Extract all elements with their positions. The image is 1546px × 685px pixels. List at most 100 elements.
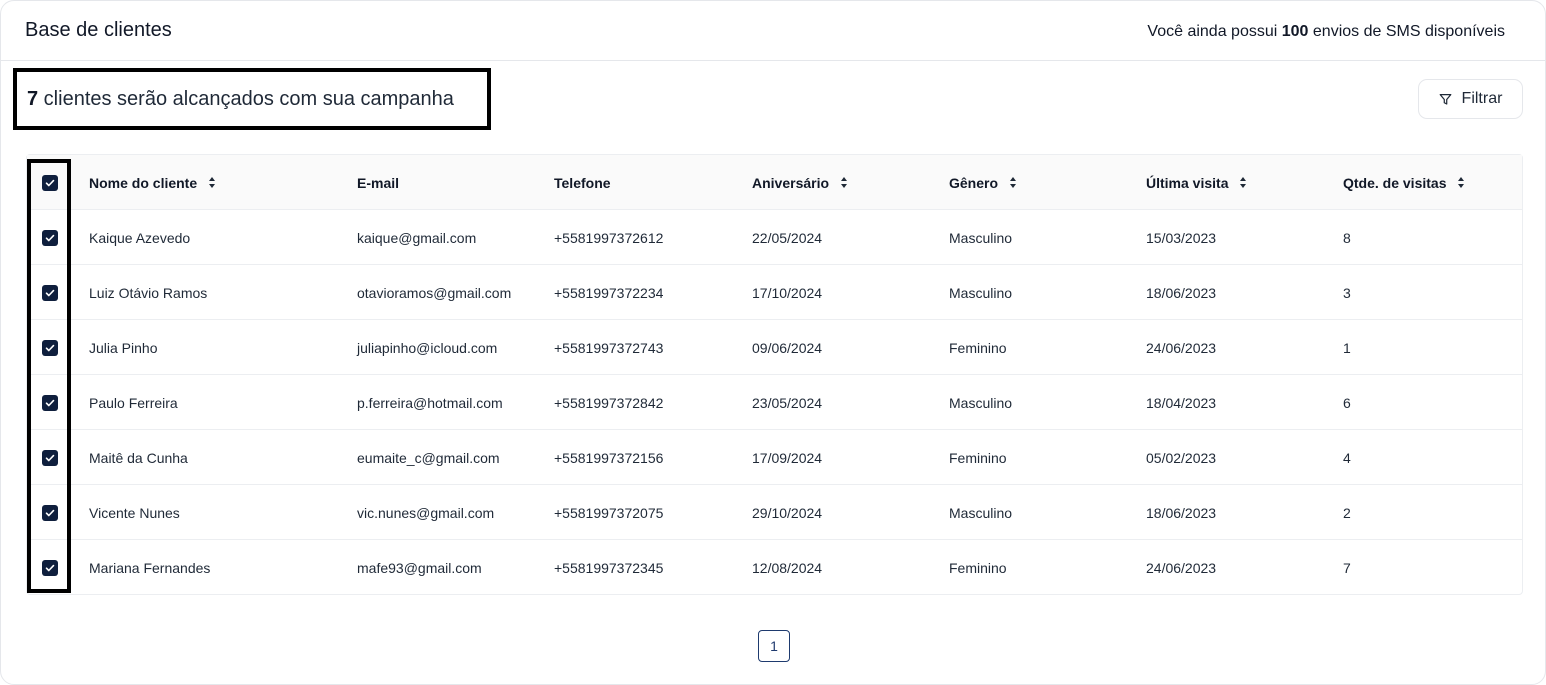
table-header-row: Nome do cliente E-mail Telefone Aniversário… xyxy=(27,155,1522,210)
customer-phone: +5581997372743 xyxy=(554,339,664,356)
customer-last-visit: 18/04/2023 xyxy=(1146,394,1217,411)
customer-last-visit: 24/06/2023 xyxy=(1146,559,1217,576)
pagination-page-button[interactable]: 1 xyxy=(758,630,790,662)
sms-balance-count: 100 xyxy=(1281,23,1309,40)
customer-name: Luiz Otávio Ramos xyxy=(89,284,208,301)
customers-table: Nome do cliente E-mail Telefone Aniversário… xyxy=(26,154,1523,595)
customer-name: Julia Pinho xyxy=(89,339,158,356)
customer-gender: Masculino xyxy=(949,229,1013,246)
customer-email: otavioramos@gmail.com xyxy=(357,284,512,301)
customer-gender: Masculino xyxy=(949,284,1013,301)
customer-visit-count: 8 xyxy=(1343,229,1351,246)
customer-last-visit: 18/06/2023 xyxy=(1146,284,1217,301)
checkmark-icon xyxy=(45,564,55,572)
campaign-reach-text: 7 clientes serão alcançados com sua camp… xyxy=(27,88,454,111)
customer-gender: Masculino xyxy=(949,504,1013,521)
customer-phone: +5581997372842 xyxy=(554,394,664,411)
customer-email: p.ferreira@hotmail.com xyxy=(357,394,503,411)
row-checkbox[interactable] xyxy=(42,230,58,246)
sms-balance-prefix: Você ainda possui xyxy=(1147,23,1282,40)
card-header: Base de clientes Você ainda possui 100 e… xyxy=(1,1,1545,61)
checkmark-icon xyxy=(45,344,55,352)
column-header-label: Aniversário xyxy=(752,174,830,191)
sms-balance-text: Você ainda possui 100 envios de SMS disp… xyxy=(1147,23,1505,41)
customer-birthday: 17/09/2024 xyxy=(752,449,823,466)
table-row[interactable]: Kaique Azevedo kaique@gmail.com +558199737… xyxy=(27,210,1522,265)
sort-icon[interactable] xyxy=(209,177,216,188)
checkmark-icon xyxy=(45,399,55,407)
customer-last-visit: 15/03/2023 xyxy=(1146,229,1217,246)
customer-gender: Feminino xyxy=(949,559,1007,576)
checkmark-icon xyxy=(45,509,55,517)
sort-icon[interactable] xyxy=(841,177,848,188)
customer-email: vic.nunes@gmail.com xyxy=(357,504,495,521)
customer-email: mafe93@gmail.com xyxy=(357,559,482,576)
column-header-last-visit[interactable]: Última visita xyxy=(1146,155,1247,210)
column-header-gender[interactable]: Gênero xyxy=(949,155,1017,210)
row-checkbox[interactable] xyxy=(42,505,58,521)
checkmark-icon xyxy=(45,179,55,187)
table-row[interactable]: Maitê da Cunha eumaite_c@gmail.com +558199… xyxy=(27,430,1522,485)
customer-birthday: 29/10/2024 xyxy=(752,504,823,521)
table-row[interactable]: Vicente Nunes vic.nunes@gmail.com +5581997… xyxy=(27,485,1522,540)
customer-email: kaique@gmail.com xyxy=(357,229,477,246)
column-header-visit-count[interactable]: Qtde. de visitas xyxy=(1343,155,1465,210)
customer-gender: Masculino xyxy=(949,394,1013,411)
column-header-birthday[interactable]: Aniversário xyxy=(752,155,848,210)
customer-birthday: 17/10/2024 xyxy=(752,284,823,301)
select-all-checkbox[interactable] xyxy=(42,175,58,191)
customer-visit-count: 6 xyxy=(1343,394,1351,411)
sort-icon[interactable] xyxy=(1240,177,1247,188)
reach-count: 7 xyxy=(27,88,39,110)
column-header-name[interactable]: Nome do cliente xyxy=(89,155,216,210)
checkmark-icon xyxy=(45,289,55,297)
row-checkbox[interactable] xyxy=(42,450,58,466)
checkmark-icon xyxy=(45,454,55,462)
table-row[interactable]: Paulo Ferreira p.ferreira@hotmail.com +558… xyxy=(27,375,1522,430)
row-checkbox[interactable] xyxy=(42,560,58,576)
customer-birthday: 22/05/2024 xyxy=(752,229,823,246)
column-header-phone: Telefone xyxy=(554,155,611,210)
customer-last-visit: 24/06/2023 xyxy=(1146,339,1217,356)
table-row[interactable]: Mariana Fernandes mafe93@gmail.com +558199… xyxy=(27,540,1522,595)
customer-visit-count: 1 xyxy=(1343,339,1351,356)
customer-name: Mariana Fernandes xyxy=(89,559,211,576)
reach-label: clientes serão alcançados com sua campan… xyxy=(38,88,454,110)
sort-icon[interactable] xyxy=(1010,177,1017,188)
customer-birthday: 23/05/2024 xyxy=(752,394,823,411)
customer-last-visit: 05/02/2023 xyxy=(1146,449,1217,466)
table-row[interactable]: Julia Pinho juliapinho@icloud.com +5581997… xyxy=(27,320,1522,375)
column-header-label: E-mail xyxy=(357,174,400,191)
column-header-label: Telefone xyxy=(554,174,611,191)
customer-gender: Feminino xyxy=(949,339,1007,356)
customer-email: eumaite_c@gmail.com xyxy=(357,449,500,466)
row-checkbox[interactable] xyxy=(42,340,58,356)
customer-phone: +5581997372075 xyxy=(554,504,664,521)
column-header-label: Gênero xyxy=(949,174,999,191)
customer-visit-count: 3 xyxy=(1343,284,1351,301)
customer-birthday: 09/06/2024 xyxy=(752,339,823,356)
table-row[interactable]: Luiz Otávio Ramos otavioramos@gmail.com +5… xyxy=(27,265,1522,320)
column-header-label: Última visita xyxy=(1146,174,1229,191)
row-checkbox[interactable] xyxy=(42,395,58,411)
customer-gender: Feminino xyxy=(949,449,1007,466)
customer-phone: +5581997372234 xyxy=(554,284,664,301)
customer-name: Kaique Azevedo xyxy=(89,229,191,246)
column-header-label: Nome do cliente xyxy=(89,174,198,191)
sort-icon[interactable] xyxy=(1458,177,1465,188)
customer-name: Vicente Nunes xyxy=(89,504,180,521)
customer-phone: +5581997372156 xyxy=(554,449,664,466)
customer-email: juliapinho@icloud.com xyxy=(357,339,498,356)
column-header-email: E-mail xyxy=(357,155,399,210)
filter-button[interactable]: Filtrar xyxy=(1418,79,1523,119)
customer-base-card: Base de clientes Você ainda possui 100 e… xyxy=(0,0,1546,685)
customer-phone: +5581997372612 xyxy=(554,229,664,246)
customer-last-visit: 18/06/2023 xyxy=(1146,504,1217,521)
row-checkbox[interactable] xyxy=(42,285,58,301)
customer-name: Maitê da Cunha xyxy=(89,449,188,466)
checkmark-icon xyxy=(45,234,55,242)
campaign-reach-highlight: 7 clientes serão alcançados com sua camp… xyxy=(13,68,491,130)
sms-balance-suffix: envios de SMS disponíveis xyxy=(1308,23,1505,40)
customer-visit-count: 4 xyxy=(1343,449,1351,466)
customer-visit-count: 2 xyxy=(1343,504,1351,521)
